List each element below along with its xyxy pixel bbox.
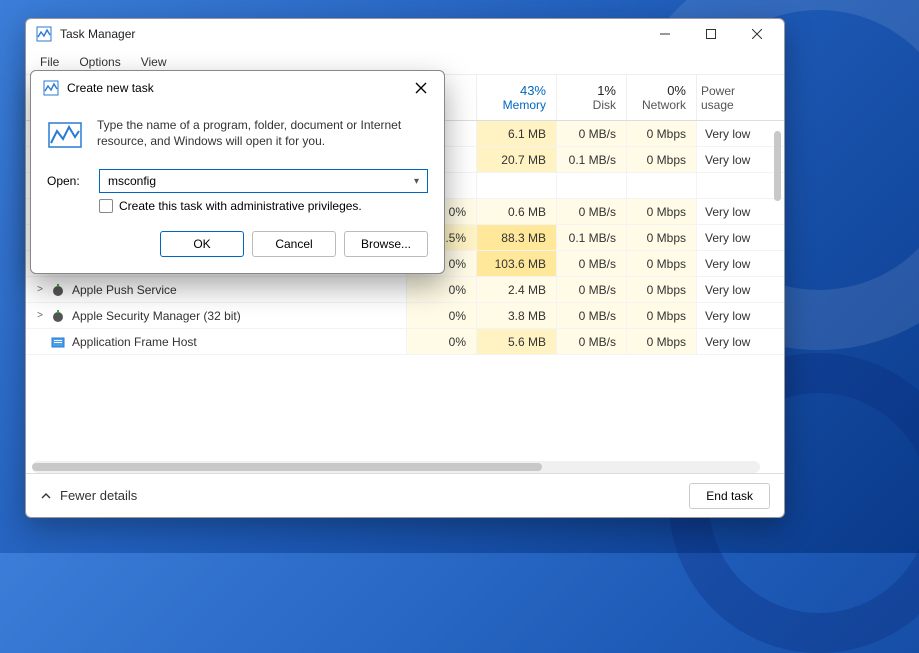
cell-power: Very low [696,225,774,250]
cell-power: Very low [696,121,774,146]
cell-memory: 0.6 MB [476,199,556,224]
ok-button[interactable]: OK [160,231,244,257]
cell-power: Very low [696,251,774,276]
process-name: Application Frame Host [72,335,197,349]
cell-cpu: 0% [406,277,476,302]
process-icon [50,308,66,324]
create-task-dialog: Create new task Type the name of a progr… [30,70,445,274]
cell-disk: 0 MB/s [556,199,626,224]
open-combobox[interactable]: ▾ [99,169,428,193]
dialog-title: Create new task [67,81,404,95]
cell-network: 0 Mbps [626,121,696,146]
dialog-titlebar: Create new task [31,71,444,105]
titlebar: Task Manager [26,19,784,49]
cell-memory: 103.6 MB [476,251,556,276]
cell-power: Very low [696,147,774,172]
cell-name: > Apple Push Service [26,277,406,302]
chevron-down-icon[interactable]: ▾ [410,176,423,187]
cell-disk: 0 MB/s [556,277,626,302]
cancel-button[interactable]: Cancel [252,231,336,257]
process-icon [50,334,66,350]
cell-network: 0 Mbps [626,199,696,224]
cell-memory: 3.8 MB [476,303,556,328]
cell-network: 0 Mbps [626,225,696,250]
cell-disk: 0 MB/s [556,303,626,328]
app-icon [36,26,52,42]
table-row[interactable]: > Apple Security Manager (32 bit) 0%3.8 MB… [26,303,784,329]
open-label: Open: [47,174,89,188]
col-power[interactable]: Power usage [696,75,774,120]
cell-disk: 0 MB/s [556,251,626,276]
cell-memory: 6.1 MB [476,121,556,146]
cell-memory: 88.3 MB [476,225,556,250]
cell-cpu: 0% [406,329,476,354]
cell-memory: 2.4 MB [476,277,556,302]
cell-network: 0 Mbps [626,303,696,328]
cell-memory: 5.6 MB [476,329,556,354]
maximize-button[interactable] [688,19,734,49]
cell-power: Very low [696,277,774,302]
cell-disk [556,173,626,198]
vertical-scrollbar[interactable] [774,131,781,201]
cell-power: Very low [696,199,774,224]
cell-network: 0 Mbps [626,277,696,302]
dialog-description: Type the name of a program, folder, docu… [97,117,428,149]
cell-memory: 20.7 MB [476,147,556,172]
cell-disk: 0 MB/s [556,329,626,354]
fewer-details-toggle[interactable]: Fewer details [40,488,137,503]
cell-name: Application Frame Host [26,329,406,354]
expand-icon[interactable]: > [32,310,48,321]
horizontal-scrollbar[interactable] [32,461,760,473]
cell-network: 0 Mbps [626,147,696,172]
cell-cpu: 0% [406,303,476,328]
admin-label: Create this task with administrative pri… [119,199,362,213]
process-icon [50,282,66,298]
cell-network: 0 Mbps [626,329,696,354]
window-title: Task Manager [60,27,642,41]
col-network[interactable]: 0% Network [626,75,696,120]
cell-disk: 0 MB/s [556,121,626,146]
col-memory[interactable]: 43% Memory [476,75,556,120]
browse-button[interactable]: Browse... [344,231,428,257]
close-button[interactable] [734,19,780,49]
admin-checkbox[interactable] [99,199,113,213]
run-icon [43,80,59,96]
process-name: Apple Security Manager (32 bit) [72,309,241,323]
dialog-close-button[interactable] [404,73,438,103]
expand-icon[interactable]: > [32,284,48,295]
fewer-details-label: Fewer details [60,488,137,503]
cell-power [696,173,774,198]
col-disk[interactable]: 1% Disk [556,75,626,120]
cell-disk: 0.1 MB/s [556,225,626,250]
chevron-up-icon [40,490,52,502]
cell-power: Very low [696,303,774,328]
end-task-button[interactable]: End task [689,483,770,509]
cell-power: Very low [696,329,774,354]
open-input[interactable] [108,174,410,188]
cell-name: > Apple Security Manager (32 bit) [26,303,406,328]
run-large-icon [47,117,83,153]
cell-network [626,173,696,198]
cell-memory [476,173,556,198]
cell-disk: 0.1 MB/s [556,147,626,172]
process-name: Apple Push Service [72,283,177,297]
cell-network: 0 Mbps [626,251,696,276]
table-row[interactable]: > Apple Push Service 0%2.4 MB0 MB/s0 MbpsV… [26,277,784,303]
table-row[interactable]: Application Frame Host 0%5.6 MB0 MB/s0 Mb… [26,329,784,355]
bottom-bar: Fewer details End task [26,473,784,517]
minimize-button[interactable] [642,19,688,49]
